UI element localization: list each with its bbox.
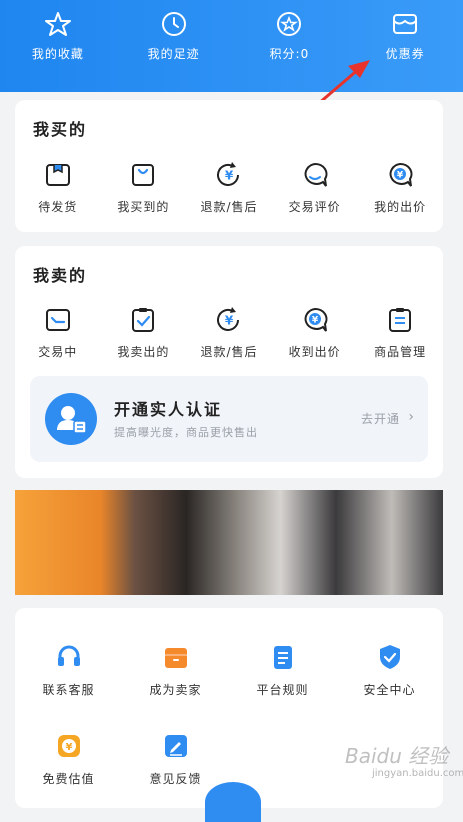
sold-button[interactable]: 我卖出的 — [103, 305, 183, 360]
feedback-label: 意见反馈 — [149, 772, 202, 786]
refund-icon: ¥ — [217, 162, 239, 186]
sold-label: 我卖出的 — [117, 345, 170, 359]
id-card-icon — [45, 393, 97, 445]
product-manage-label: 商品管理 — [374, 345, 427, 359]
free-valuation-button[interactable]: ¥ 免费估值 — [15, 732, 122, 787]
shopping-bag-icon — [132, 164, 155, 186]
refund-button[interactable]: ¥ 退款/售后 — [189, 160, 269, 215]
sell-title: 我卖的 — [33, 266, 88, 285]
buy-card: 我买的 待发货 我买到的 ¥ 退款/售后 交易评价 ¥ 我的出价 — [15, 100, 443, 232]
my-bids-button[interactable]: ¥ 我的出价 — [360, 160, 440, 215]
svg-text:¥: ¥ — [225, 169, 234, 183]
refund-label: 退款/售后 — [200, 200, 258, 214]
svg-text:¥: ¥ — [311, 316, 318, 326]
bottom-fab-button[interactable] — [205, 782, 261, 822]
verify-subtitle: 提高曝光度，商品更快售出 — [114, 426, 258, 439]
received-bids-button[interactable]: ¥ 收到出价 — [275, 305, 355, 360]
platform-rules-button[interactable]: 平台规则 — [229, 643, 336, 698]
real-name-verify-banner[interactable]: 开通实人认证 提高曝光度，商品更快售出 去开通 › — [30, 376, 428, 462]
product-manage-icon — [389, 308, 412, 332]
security-center-button[interactable]: 安全中心 — [336, 643, 443, 698]
edit-icon — [164, 735, 187, 757]
bought-label: 我买到的 — [117, 200, 170, 214]
product-manage-button[interactable]: 商品管理 — [360, 305, 440, 360]
trading-button[interactable]: 交易中 — [18, 305, 98, 360]
customer-service-button[interactable]: 联系客服 — [15, 643, 122, 698]
become-seller-label: 成为卖家 — [149, 683, 202, 697]
shop-icon — [164, 648, 187, 668]
refund-icon: ¥ — [217, 307, 239, 331]
promo-banner[interactable] — [15, 490, 443, 595]
sell-refund-label: 退款/售后 — [200, 345, 258, 359]
svg-text:¥: ¥ — [225, 314, 234, 328]
my-bids-label: 我的出价 — [374, 200, 427, 214]
bought-button[interactable]: 我买到的 — [103, 160, 183, 215]
baidu-watermark: Baidu 经验 — [345, 744, 449, 768]
bid-icon: ¥ — [304, 307, 328, 332]
reviews-button[interactable]: 交易评价 — [275, 160, 355, 215]
received-bids-label: 收到出价 — [288, 345, 341, 359]
wallet-icon — [45, 309, 70, 331]
headset-icon — [57, 645, 80, 666]
svg-text:¥: ¥ — [397, 171, 404, 181]
document-icon — [273, 646, 292, 669]
shield-icon — [379, 645, 400, 669]
platform-rules-label: 平台规则 — [256, 683, 309, 697]
trading-label: 交易中 — [38, 345, 78, 359]
verify-action[interactable]: 去开通 — [361, 410, 400, 427]
become-seller-button[interactable]: 成为卖家 — [122, 643, 229, 698]
chevron-right-icon: › — [408, 409, 414, 425]
clipboard-check-icon — [132, 308, 155, 332]
svg-text:¥: ¥ — [65, 742, 72, 753]
comment-icon — [304, 162, 328, 187]
reviews-label: 交易评价 — [288, 200, 341, 214]
verify-title: 开通实人认证 — [114, 400, 223, 419]
free-valuation-label: 免费估值 — [42, 772, 95, 786]
buy-title: 我买的 — [33, 120, 88, 139]
bid-icon: ¥ — [389, 162, 413, 187]
sell-refund-button[interactable]: ¥ 退款/售后 — [189, 305, 269, 360]
customer-service-label: 联系客服 — [42, 683, 95, 697]
security-center-label: 安全中心 — [363, 683, 416, 697]
to-ship-button[interactable]: 待发货 — [18, 160, 98, 215]
box-icon — [45, 164, 70, 186]
sell-card: 我卖的 交易中 我卖出的 ¥ 退款/售后 ¥ 收到出价 商品管理 开通实人认证 … — [15, 246, 443, 478]
to-ship-label: 待发货 — [38, 200, 78, 214]
feedback-button[interactable]: 意见反馈 — [122, 732, 229, 787]
baidu-watermark-url: jingyan.baidu.com — [372, 768, 463, 779]
yen-coin-icon: ¥ — [57, 735, 80, 757]
